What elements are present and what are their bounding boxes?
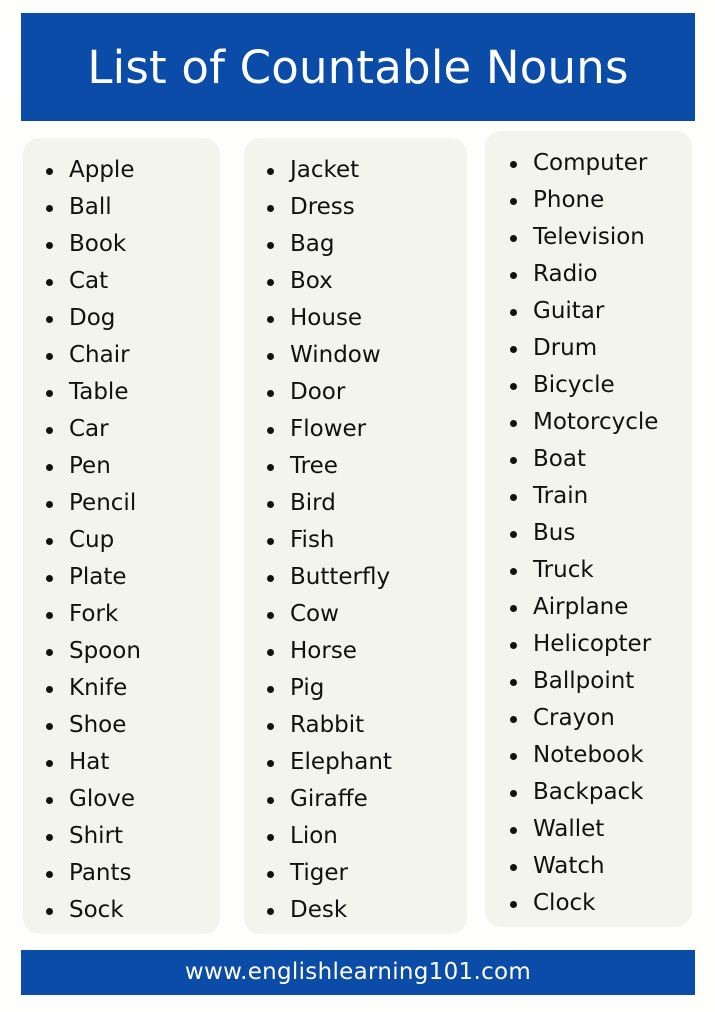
noun-list-item: Window xyxy=(244,337,467,374)
noun-list-item: House xyxy=(244,300,467,337)
noun-list-item: Train xyxy=(485,478,692,515)
noun-list-item: Pencil xyxy=(23,485,220,522)
noun-list-item: Spoon xyxy=(23,633,220,670)
noun-list-item: Chair xyxy=(23,337,220,374)
noun-columns: Apple Ball Book Cat Dog Chair Table Car Pen Penci… xyxy=(0,0,715,1012)
noun-list-item: Cat xyxy=(23,263,220,300)
noun-list-item: Clock xyxy=(485,885,692,922)
noun-list-item: Truck xyxy=(485,552,692,589)
noun-list-item: Computer xyxy=(485,145,692,182)
noun-list-item: Giraffe xyxy=(244,781,467,818)
noun-list-item: Pig xyxy=(244,670,467,707)
noun-list-item: Box xyxy=(244,263,467,300)
noun-list-item: Plate xyxy=(23,559,220,596)
noun-list-item: Airplane xyxy=(485,589,692,626)
noun-list-item: Lion xyxy=(244,818,467,855)
noun-list-item: Watch xyxy=(485,848,692,885)
noun-list-item: Apple xyxy=(23,152,220,189)
noun-list-item: Television xyxy=(485,219,692,256)
noun-column-card-2: Jacket Dress Bag Box House Window Door Flower Tr… xyxy=(244,138,467,934)
noun-list-item: Wallet xyxy=(485,811,692,848)
noun-list-item: Ball xyxy=(23,189,220,226)
noun-list-item: Fork xyxy=(23,596,220,633)
noun-list-item: Shoe xyxy=(23,707,220,744)
noun-list-item: Backpack xyxy=(485,774,692,811)
noun-list-item: Motorcycle xyxy=(485,404,692,441)
noun-list-item: Sock xyxy=(23,892,220,929)
noun-list-item: Bag xyxy=(244,226,467,263)
noun-list-item: Cup xyxy=(23,522,220,559)
noun-list-1: Apple Ball Book Cat Dog Chair Table Car Pen Penci… xyxy=(23,138,220,929)
countable-nouns-poster: List of Countable Nouns Apple Ball Book Cat… xyxy=(0,0,715,1012)
noun-list-item: Book xyxy=(23,226,220,263)
noun-column-card-1: Apple Ball Book Cat Dog Chair Table Car Pen Penci… xyxy=(23,138,220,934)
noun-list-item: Drum xyxy=(485,330,692,367)
noun-list-item: Dress xyxy=(244,189,467,226)
noun-list-item: Tiger xyxy=(244,855,467,892)
noun-list-item: Pants xyxy=(23,855,220,892)
noun-list-item: Hat xyxy=(23,744,220,781)
noun-list-item: Pen xyxy=(23,448,220,485)
noun-list-item: Butterfly xyxy=(244,559,467,596)
website-url: www.englishlearning101.com xyxy=(184,959,532,985)
noun-list-item: Horse xyxy=(244,633,467,670)
footer-banner: www.englishlearning101.com xyxy=(21,950,695,995)
noun-list-2: Jacket Dress Bag Box House Window Door Flower Tr… xyxy=(244,138,467,929)
noun-list-item: Radio xyxy=(485,256,692,293)
noun-list-item: Shirt xyxy=(23,818,220,855)
noun-list-item: Guitar xyxy=(485,293,692,330)
noun-list-item: Door xyxy=(244,374,467,411)
noun-list-item: Ballpoint xyxy=(485,663,692,700)
noun-list-item: Knife xyxy=(23,670,220,707)
noun-list-item: Bus xyxy=(485,515,692,552)
noun-list-item: Notebook xyxy=(485,737,692,774)
noun-list-item: Glove xyxy=(23,781,220,818)
noun-list-item: Fish xyxy=(244,522,467,559)
noun-list-item: Elephant xyxy=(244,744,467,781)
noun-list-item: Crayon xyxy=(485,700,692,737)
noun-list-item: Cow xyxy=(244,596,467,633)
noun-list-item: Dog xyxy=(23,300,220,337)
noun-list-item: Tree xyxy=(244,448,467,485)
noun-list-3: Computer Phone Television Radio Guitar Drum Bi… xyxy=(485,131,692,922)
noun-list-item: Car xyxy=(23,411,220,448)
noun-list-item: Helicopter xyxy=(485,626,692,663)
noun-list-item: Bicycle xyxy=(485,367,692,404)
noun-list-item: Rabbit xyxy=(244,707,467,744)
noun-column-card-3: Computer Phone Television Radio Guitar Drum Bi… xyxy=(485,131,692,927)
noun-list-item: Flower xyxy=(244,411,467,448)
noun-list-item: Bird xyxy=(244,485,467,522)
noun-list-item: Jacket xyxy=(244,152,467,189)
noun-list-item: Boat xyxy=(485,441,692,478)
noun-list-item: Phone xyxy=(485,182,692,219)
noun-list-item: Table xyxy=(23,374,220,411)
noun-list-item: Desk xyxy=(244,892,467,929)
